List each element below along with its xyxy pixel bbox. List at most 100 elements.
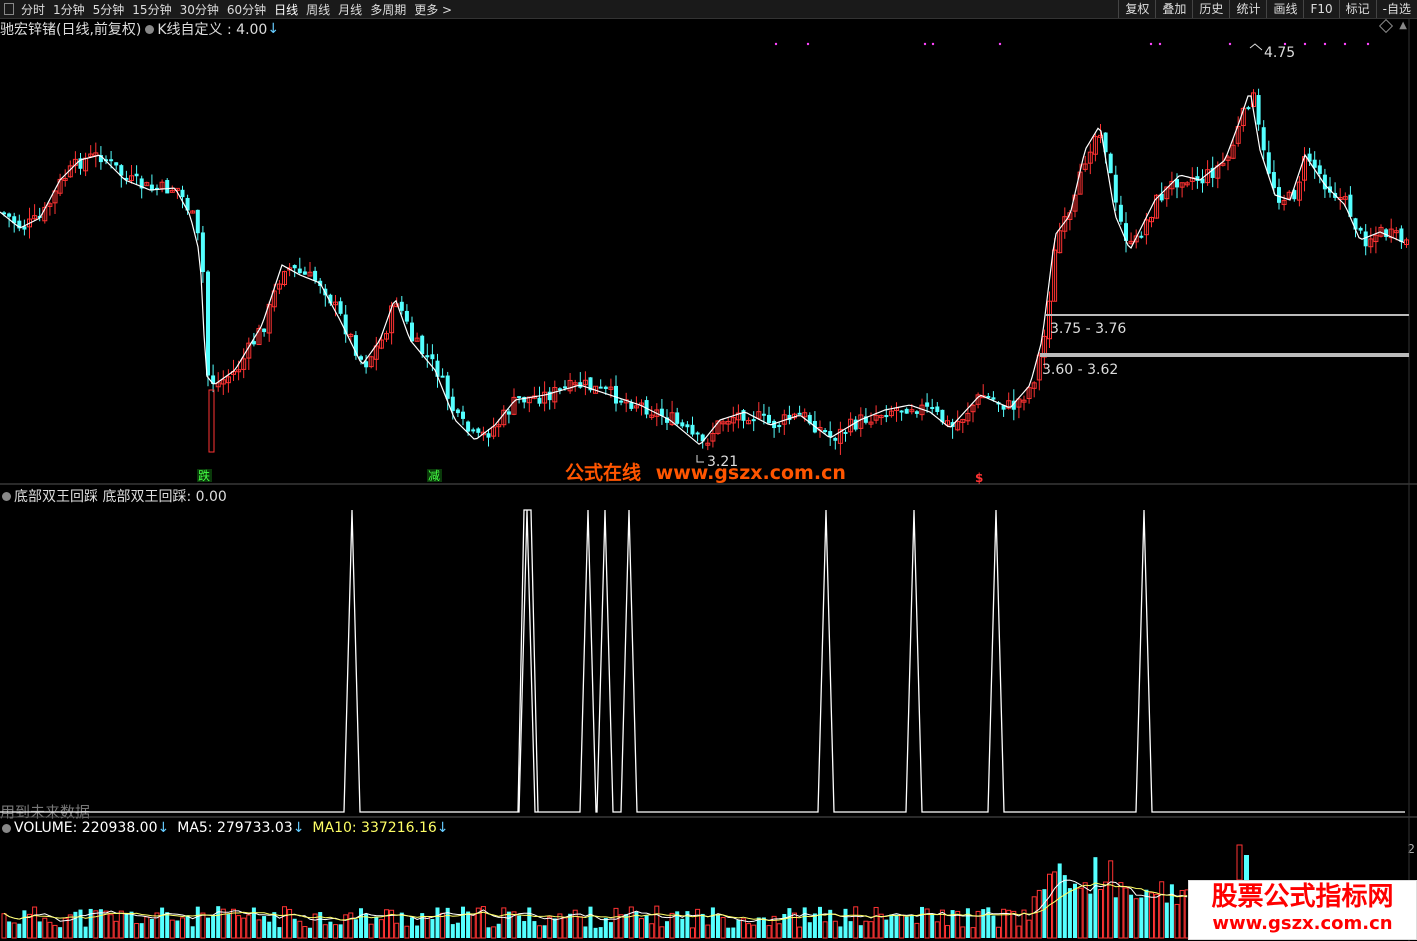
candle-body (262, 328, 267, 333)
volume-bar (378, 919, 384, 939)
volume-bar (466, 911, 471, 938)
watermark-corner-cn: 股票公式指标网 (1211, 882, 1394, 912)
volume-bar (832, 920, 838, 939)
volume-bar (920, 906, 924, 938)
volume-bar (359, 908, 363, 938)
candle-body (777, 425, 782, 428)
volume-bar (812, 913, 817, 938)
candle-body (930, 407, 935, 410)
volume-bar (654, 905, 660, 939)
volume-bar (527, 907, 532, 938)
volume-bar (236, 915, 242, 939)
volume-bar (129, 911, 134, 938)
candle-body (1139, 235, 1144, 238)
volume-bar (557, 913, 563, 939)
candle-body (1175, 179, 1179, 188)
volume-bar (1077, 887, 1083, 939)
candle-body (404, 310, 409, 322)
volume-bar (308, 927, 312, 938)
volume-bar (1159, 881, 1165, 939)
volume-bar (1011, 910, 1017, 939)
candle-body (208, 389, 215, 453)
volume-bar (613, 907, 619, 939)
candle-body (690, 424, 695, 435)
volume-bar (1, 913, 7, 939)
candle-body (537, 397, 542, 404)
volume-bar (58, 927, 63, 938)
volume-bar (690, 927, 695, 939)
candle-body (695, 432, 700, 435)
candle-body (884, 415, 889, 418)
signal-dot (931, 42, 935, 46)
candle-body (598, 386, 603, 389)
volume-bar (1067, 888, 1072, 938)
volume-bar (292, 918, 297, 938)
volume-bar (338, 924, 343, 938)
volume-bar (328, 921, 333, 938)
candle-body (7, 213, 12, 217)
volume-bar (1154, 893, 1160, 939)
signal-dot (1158, 42, 1162, 46)
volume-bar (624, 914, 629, 938)
volume-bar (73, 911, 78, 938)
volume-bar (776, 923, 782, 939)
candle-body (517, 396, 522, 399)
candle-body (603, 386, 608, 389)
candle-body (445, 375, 450, 399)
volume-bar (593, 927, 598, 938)
volume-bar (1179, 889, 1185, 939)
volume-bar (904, 916, 909, 938)
high-marker (1249, 43, 1263, 51)
volume-bar (991, 915, 996, 938)
volume-bar (190, 926, 195, 938)
volume-bar (884, 919, 889, 938)
volume-bar (741, 918, 746, 939)
volume-bar (1026, 919, 1032, 939)
volume-bar (1042, 889, 1047, 938)
volume-bar (720, 917, 726, 939)
signal-dollar-label: $ (975, 471, 983, 485)
volume-bar (399, 912, 404, 938)
candle-body (206, 271, 210, 376)
zone2-label: 3.60 - 3.62 (1042, 362, 1118, 378)
volume-bar (996, 926, 1001, 939)
candle-body (1113, 174, 1118, 203)
volume-bar (695, 908, 701, 939)
volume-bar (302, 926, 308, 939)
candle-body (761, 413, 766, 416)
volume-bar (384, 909, 389, 939)
volume-bar (277, 927, 282, 938)
volume-bar (470, 914, 476, 939)
volume-bar (78, 909, 83, 938)
ma-line (0, 95, 1405, 445)
volume-bar (583, 926, 588, 938)
volume-bar (960, 926, 966, 939)
volume-bar (1133, 898, 1139, 939)
candle-body (440, 375, 445, 378)
volume-bar (1057, 863, 1062, 938)
volume-bar (1088, 893, 1093, 938)
volume-bar (506, 911, 511, 938)
volume-bar (175, 920, 180, 938)
volume-bar (1236, 844, 1243, 881)
volume-bar (552, 918, 557, 938)
volume-bar (934, 921, 940, 939)
candle-body (200, 232, 205, 273)
volume-bar (134, 922, 140, 939)
volume-bar (878, 913, 884, 939)
volume-bar (113, 920, 119, 939)
signal-dot (998, 42, 1002, 46)
volume-bar (169, 919, 175, 939)
volume-bar (1244, 855, 1249, 880)
volume-bar (517, 915, 522, 938)
signal-dot (923, 42, 927, 46)
volume-bar (124, 913, 129, 938)
volume-bar (736, 920, 741, 938)
volume-bar (1103, 881, 1109, 939)
candle-body (399, 301, 404, 311)
volume-bar (165, 912, 170, 938)
candle-body (455, 409, 460, 414)
volume-bar (1031, 896, 1037, 939)
volume-bar (216, 906, 221, 938)
volume-bar (986, 907, 991, 938)
